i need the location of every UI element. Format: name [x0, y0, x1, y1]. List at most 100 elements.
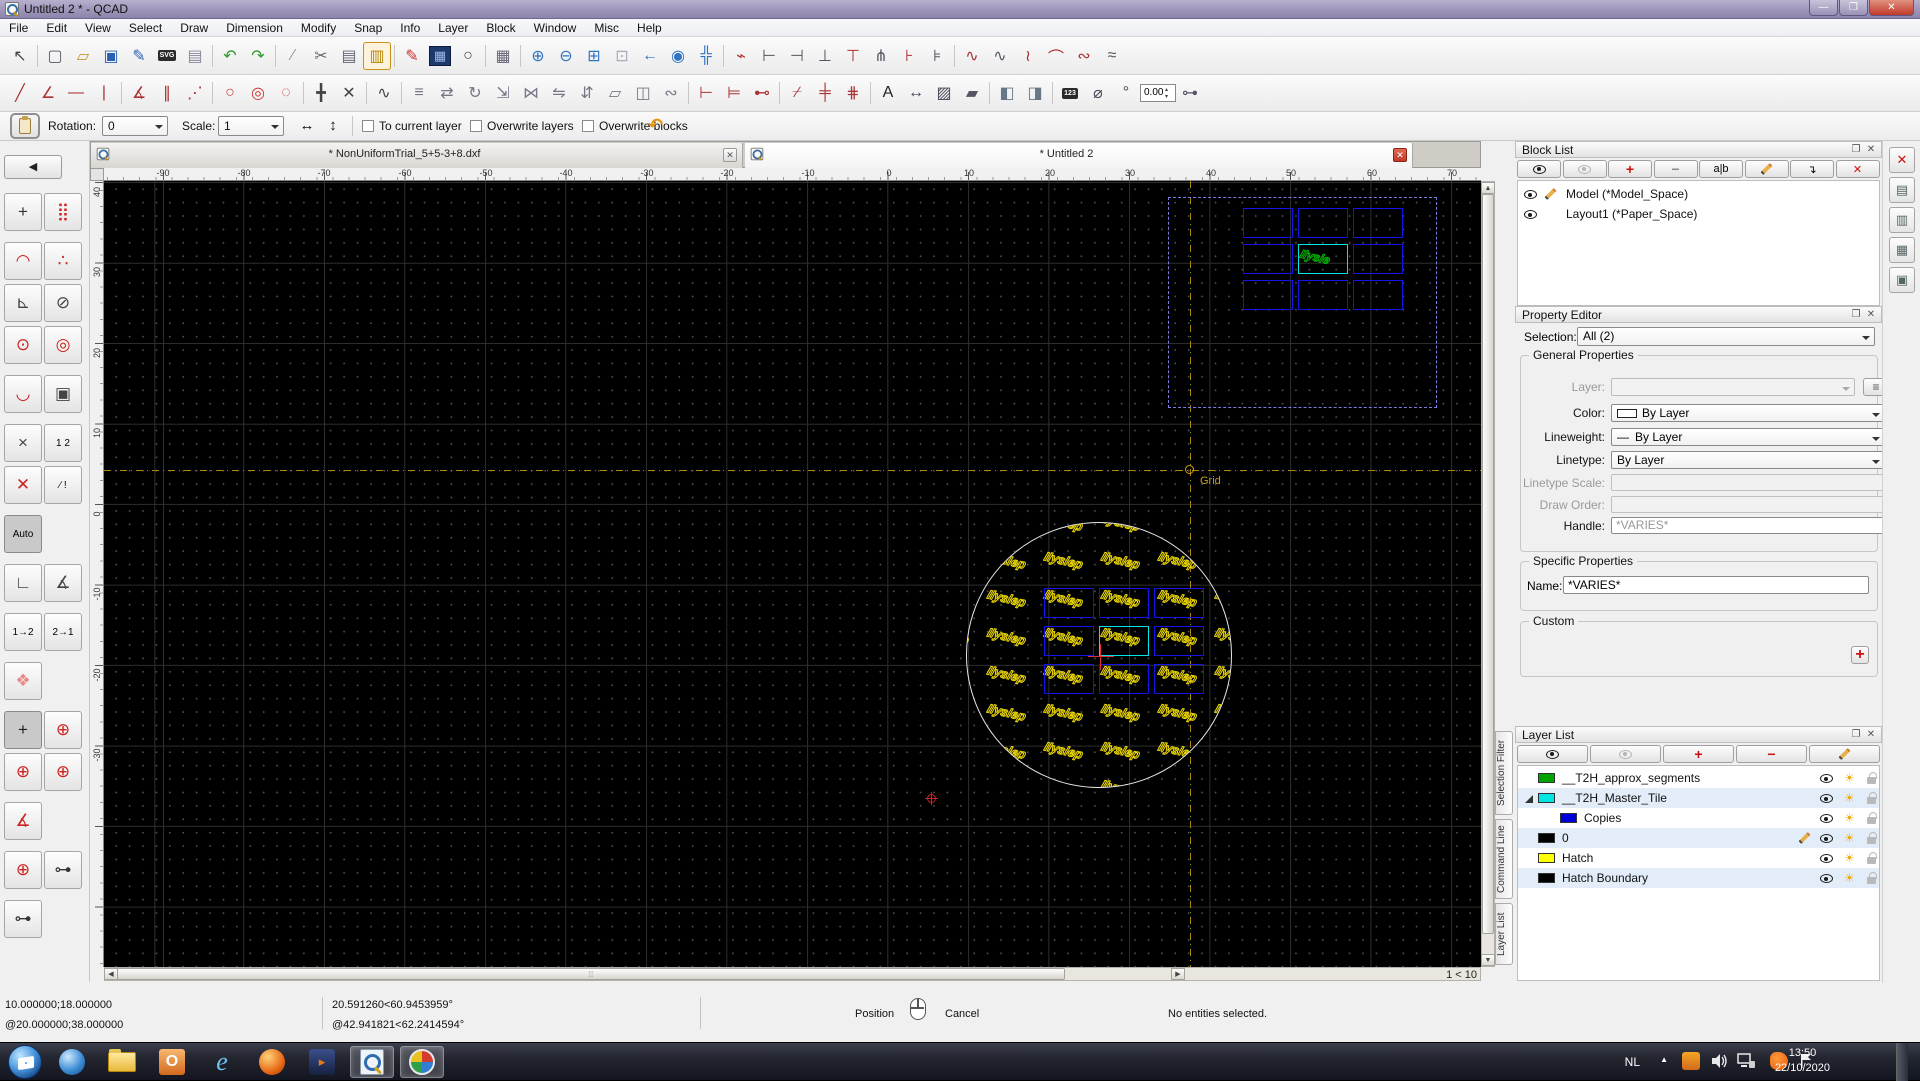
add-layer-button[interactable]: + [1663, 745, 1734, 763]
draw-order-field[interactable] [1611, 496, 1885, 513]
dock-property-editor-button[interactable]: ▦ [1889, 237, 1915, 263]
line-angle-button[interactable]: ∠ [34, 79, 62, 107]
menu-snap[interactable]: Snap [345, 19, 391, 37]
rotation-combo[interactable]: 0 [102, 116, 168, 136]
menu-block[interactable]: Block [477, 19, 524, 37]
project-button[interactable]: ▱ [601, 79, 629, 107]
color-combo[interactable]: By Layer [1611, 404, 1885, 422]
snap-intersection-auto-button[interactable]: × [4, 424, 42, 462]
selection-combo[interactable]: All (2) [1577, 327, 1875, 346]
edit-layer-button[interactable] [1809, 745, 1880, 763]
lineweight-combo[interactable]: —By Layer [1611, 428, 1885, 446]
polyline-draw-button[interactable]: ⌁ [727, 42, 755, 70]
block-list-item[interactable]: Layout1 (*Paper_Space) [1518, 204, 1879, 224]
menu-edit[interactable]: Edit [37, 19, 76, 37]
pan-button[interactable]: ◉ [664, 42, 692, 70]
linetype-combo[interactable]: By Layer [1611, 451, 1885, 469]
show-desktop-button[interactable] [1896, 1043, 1908, 1081]
to-current-layer-checkbox[interactable] [362, 120, 374, 132]
flip-vertical-button[interactable]: ⇵ [573, 79, 601, 107]
maximize-button[interactable]: ❐ [1839, 0, 1868, 16]
snap-middle-button[interactable]: ◡ [4, 375, 42, 413]
paste-options-button[interactable] [10, 113, 40, 139]
mirror-button[interactable]: ⋈ [517, 79, 545, 107]
cross-lines-button[interactable]: ╋ [307, 79, 335, 107]
paste-button[interactable]: ▥ [363, 42, 391, 70]
entity-count-button[interactable]: 123 [1056, 79, 1084, 107]
polyline-delete-between-button[interactable]: ⊥ [811, 42, 839, 70]
open-file-button[interactable]: ▱ [69, 42, 97, 70]
stretch-button[interactable]: ◫ [629, 79, 657, 107]
close-button[interactable]: ✕ [1869, 0, 1914, 16]
quick-launch-sphere-taskbar-button[interactable] [50, 1046, 94, 1078]
paint-brush-button[interactable]: ▰ [958, 79, 986, 107]
print-preview-button[interactable]: ▤ [181, 42, 209, 70]
block-list-item[interactable]: Model (*Model_Space) [1518, 184, 1879, 204]
remove-block-button[interactable]: − [1654, 160, 1698, 178]
snap-perpendicular-button[interactable]: ⊾ [4, 284, 42, 322]
snap-intersection-manual-button[interactable]: 1 2 [44, 424, 82, 462]
rename-block-button[interactable]: a|b [1699, 160, 1743, 178]
line-parallel-through-point-button[interactable]: ⋰ [181, 79, 209, 107]
float-panel-icon[interactable]: ❐ [1849, 143, 1863, 157]
float-panel-icon[interactable]: ❐ [1849, 728, 1863, 742]
cut-button[interactable]: ✂ [307, 42, 335, 70]
dock-library-browser-button[interactable]: ▤ [1889, 177, 1915, 203]
line-parallel-button[interactable]: ∥ [153, 79, 181, 107]
back-button[interactable]: ◀ [4, 155, 62, 179]
vertical-scroll-thumb[interactable] [1482, 194, 1494, 934]
snap-filter-button[interactable]: ❖ [4, 662, 42, 700]
layer-row[interactable]: __T2H_approx_segments☀ [1518, 768, 1879, 788]
break-out-segment-button[interactable]: ⌿ [783, 79, 811, 107]
close-panel-icon[interactable]: ✕ [1864, 143, 1878, 157]
spline-control-points-button[interactable]: ∿ [986, 42, 1014, 70]
overwrite-blocks-checkbox[interactable] [582, 120, 594, 132]
snap-auto-button[interactable]: Auto [4, 515, 42, 553]
redo-button[interactable]: ↷ [244, 42, 272, 70]
order-raise-button[interactable]: ◧ [993, 79, 1021, 107]
purge-block-button[interactable]: ✕ [1836, 160, 1880, 178]
internet-explorer-taskbar-button[interactable]: e [200, 1046, 244, 1078]
menu-window[interactable]: Window [525, 19, 586, 37]
layer-list-title-bar[interactable]: Layer List ❐ ✕ [1515, 726, 1882, 743]
coordinate-cartesian-button[interactable]: ∟ [4, 564, 42, 602]
coordinate-polar-button[interactable]: ∡ [44, 564, 82, 602]
snap-middle-manual-button[interactable]: ▣ [44, 375, 82, 413]
selection-pointer-button[interactable]: ↖ [6, 42, 34, 70]
close-tab-icon[interactable]: ✕ [723, 148, 737, 162]
trim-button[interactable]: ⊢ [692, 79, 720, 107]
polyline-trim-button[interactable]: ⊤ [839, 42, 867, 70]
dock-tab-selection-filter[interactable]: Selection Filter [1495, 731, 1513, 815]
new-document-button[interactable]: ▢ [41, 42, 69, 70]
scroll-left-icon[interactable]: ◀ [104, 968, 118, 980]
snap-center-button[interactable]: ⊙ [4, 326, 42, 364]
document-tab-1[interactable]: * NonUniformTrial_5+5-3+8.dxf✕ [91, 143, 743, 168]
snap-on-entity-button[interactable]: ∴ [44, 242, 82, 280]
grid-toggle-button[interactable]: ▦ [489, 42, 517, 70]
menu-select[interactable]: Select [120, 19, 171, 37]
hatch-button[interactable]: ▨ [930, 79, 958, 107]
lineweight-spin[interactable]: 0.00 [1140, 84, 1176, 102]
circle-3-points-button[interactable]: ◌ [272, 79, 300, 107]
line-vertical-button[interactable]: | [90, 79, 118, 107]
snap-tangent-button[interactable]: ⊘ [44, 284, 82, 322]
network-icon[interactable] [1736, 1052, 1756, 1070]
text-tool-button[interactable]: A [874, 79, 902, 107]
flip-horizontal-button[interactable]: ↔ [296, 115, 318, 137]
align-button[interactable]: ≡ [405, 79, 433, 107]
snap-endpoints-button[interactable]: ◠ [4, 242, 42, 280]
windows-explorer-taskbar-button[interactable] [100, 1046, 144, 1078]
horizontal-scrollbar[interactable]: ◀ ▶ [104, 967, 1481, 981]
hide-all-layers-button[interactable] [1590, 745, 1661, 763]
polyline-logical-ops-button[interactable]: ⊧ [923, 42, 951, 70]
tray-expand-icon[interactable]: ▲ [1660, 1055, 1668, 1064]
save-button[interactable]: ▣ [97, 42, 125, 70]
expand-arrow-icon[interactable] [1525, 795, 1533, 803]
menu-draw[interactable]: Draw [171, 19, 217, 37]
qcad-pro-taskbar-button[interactable] [400, 1046, 444, 1078]
spline-fit-points-button[interactable]: ≀ [1014, 42, 1042, 70]
set-relative-zero-button[interactable]: ⊕ [44, 711, 82, 749]
order-lower-button[interactable]: ◨ [1021, 79, 1049, 107]
property-editor-title-bar[interactable]: Property Editor ❐ ✕ [1515, 306, 1882, 323]
zoom-auto-button[interactable]: ⊞ [580, 42, 608, 70]
